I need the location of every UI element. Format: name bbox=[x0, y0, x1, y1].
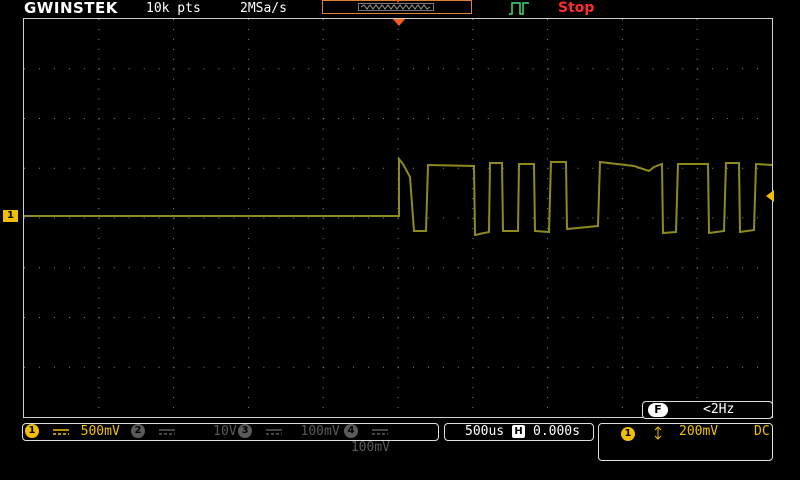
timebase-status[interactable]: 500us H 0.000s bbox=[444, 423, 594, 441]
trigger-coupling: DC bbox=[754, 424, 770, 439]
dc-coupling-icon bbox=[158, 428, 175, 435]
channel-4-status[interactable]: 4 100mV bbox=[344, 423, 438, 456]
channel-2-scale: 10V bbox=[213, 424, 237, 439]
brand-logo: GWINSTEK bbox=[24, 0, 118, 17]
channel-4-scale: 100mV bbox=[350, 440, 390, 455]
dc-coupling-icon bbox=[265, 428, 282, 435]
memory-preview-icon bbox=[360, 4, 431, 10]
channel-status-bar: 1 500mV 2 10V 3 100mV 4 100mV bbox=[22, 423, 439, 455]
run-status[interactable]: Stop bbox=[558, 0, 594, 16]
memory-bar bbox=[322, 0, 472, 14]
channel-3-icon: 3 bbox=[238, 423, 252, 438]
channel-4-icon: 4 bbox=[344, 423, 358, 438]
trigger-level: 200mV bbox=[679, 424, 719, 439]
grid-dots bbox=[24, 19, 759, 409]
timebase-scale: 500us bbox=[465, 424, 505, 439]
waveform-canvas bbox=[24, 19, 772, 409]
trigger-level-marker-icon[interactable] bbox=[766, 190, 774, 202]
oscilloscope-screen: GWINSTEK 10k pts 2MSa/s Stop 1 F <2Hz 1 bbox=[0, 0, 800, 480]
channel-1-scale: 500mV bbox=[80, 424, 120, 439]
channel-2-icon: 2 bbox=[131, 423, 145, 438]
sample-rate: 2MSa/s bbox=[240, 1, 287, 16]
timebase-position: 0.000s bbox=[533, 424, 580, 439]
ch1-ground-marker-icon[interactable]: 1 bbox=[3, 210, 18, 222]
record-length: 10k pts bbox=[146, 1, 201, 16]
channel-1-icon: 1 bbox=[25, 423, 39, 438]
trigger-source-icon: 1 bbox=[621, 427, 635, 441]
frequency-icon: F bbox=[648, 403, 668, 417]
trigger-status[interactable]: 1 200mV DC bbox=[598, 423, 773, 461]
channel-2-status[interactable]: 2 10V bbox=[131, 423, 237, 440]
channel-3-scale: 100mV bbox=[300, 424, 340, 439]
horizontal-position-icon: H bbox=[512, 425, 525, 438]
frequency-value: <2Hz bbox=[703, 402, 735, 417]
trigger-edge-icon bbox=[509, 2, 529, 15]
frequency-counter: F <2Hz bbox=[642, 401, 773, 419]
channel-3-status[interactable]: 3 100mV bbox=[238, 423, 340, 440]
top-status-bar: GWINSTEK 10k pts 2MSa/s Stop bbox=[0, 0, 800, 18]
memory-window bbox=[358, 3, 434, 11]
dc-coupling-icon bbox=[52, 428, 69, 435]
ch1-waveform-trace bbox=[24, 156, 772, 237]
memory-trigger-icon bbox=[396, 0, 400, 3]
waveform-grid bbox=[23, 18, 773, 418]
trigger-slope-icon bbox=[654, 426, 662, 440]
channel-1-status[interactable]: 1 500mV bbox=[25, 423, 120, 440]
dc-coupling-icon bbox=[371, 428, 388, 435]
